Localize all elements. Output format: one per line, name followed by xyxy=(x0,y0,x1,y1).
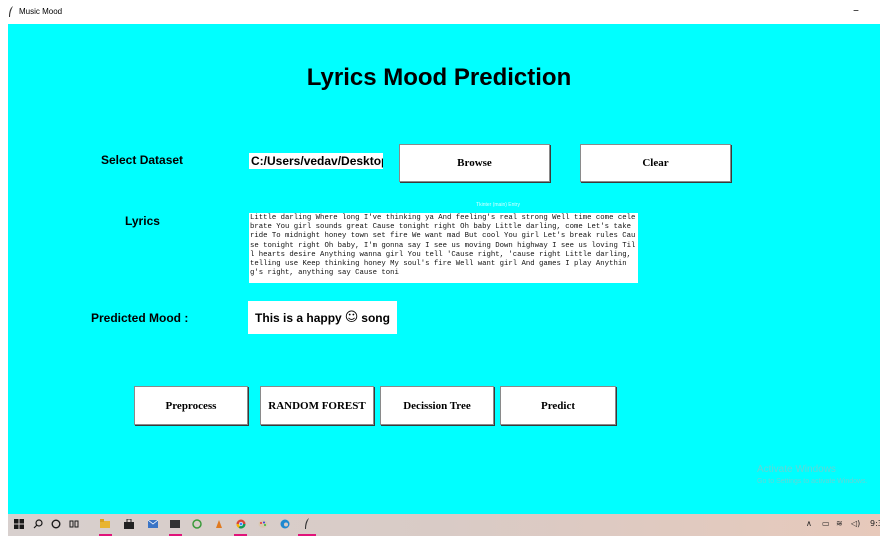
predicted-mood-suffix: song xyxy=(361,310,390,325)
chevron-up-icon[interactable]: ∧ xyxy=(806,519,812,528)
task-view-icon[interactable] xyxy=(68,518,79,529)
activate-windows-watermark: Activate Windows Go to Settings to activ… xyxy=(757,464,868,485)
windows-start-icon[interactable] xyxy=(13,518,24,529)
cortana-icon[interactable] xyxy=(50,518,61,529)
predict-button[interactable]: Predict xyxy=(500,386,616,425)
lyrics-textarea[interactable]: Little darling Where long I've thinking … xyxy=(249,213,638,283)
tooltip: Tkinter (main) Entry xyxy=(476,202,520,208)
window-title: Music Mood xyxy=(19,7,63,16)
title-bar: Music Mood – xyxy=(0,0,880,24)
predicted-mood-label: Predicted Mood : xyxy=(91,311,189,325)
taskbar: ∧ ▭ ≋ ◁) 9:3 xyxy=(8,514,880,536)
page-title: Lyrics Mood Prediction xyxy=(306,64,572,91)
chrome-icon[interactable] xyxy=(235,518,246,529)
minimize-button[interactable]: – xyxy=(853,3,859,17)
search-icon[interactable] xyxy=(32,518,43,529)
volume-icon[interactable]: ◁) xyxy=(851,519,860,528)
store-icon[interactable] xyxy=(123,518,134,529)
python-feather-icon[interactable] xyxy=(301,518,312,529)
select-dataset-label: Select Dataset xyxy=(101,153,184,167)
browse-button[interactable]: Browse xyxy=(399,144,550,182)
preprocess-button[interactable]: Preprocess xyxy=(134,386,248,425)
clear-button[interactable]: Clear xyxy=(580,144,731,182)
decision-tree-button[interactable]: Decission Tree xyxy=(380,386,494,425)
feather-app-icon xyxy=(9,6,13,17)
clock[interactable]: 9:3 xyxy=(870,519,880,528)
predicted-mood-output: This is a happy ☺ song xyxy=(248,301,397,334)
wifi-icon[interactable]: ≋ xyxy=(836,519,843,528)
paint-icon[interactable] xyxy=(257,518,268,529)
edge-icon[interactable] xyxy=(279,518,290,529)
watermark-line1: Activate Windows xyxy=(757,464,836,475)
app-canvas: Lyrics Mood Prediction Select Dataset C:… xyxy=(8,24,880,514)
watermark-line2: Go to Settings to activate Windows. xyxy=(757,478,868,485)
file-explorer-icon[interactable] xyxy=(99,518,110,529)
lyrics-label: Lyrics xyxy=(125,214,160,228)
random-forest-button[interactable]: RANDOM FOREST xyxy=(260,386,374,425)
predicted-mood-text: This is a happy xyxy=(255,310,342,325)
app-orange-icon[interactable] xyxy=(213,518,224,529)
battery-icon[interactable]: ▭ xyxy=(822,519,830,528)
smiley-icon: ☺ xyxy=(344,310,359,325)
dataset-path-input[interactable]: C:/Users/vedav/Desktop xyxy=(249,153,383,169)
mail-icon[interactable] xyxy=(147,518,158,529)
app-green-icon[interactable] xyxy=(191,518,202,529)
terminal-icon[interactable] xyxy=(169,518,180,529)
